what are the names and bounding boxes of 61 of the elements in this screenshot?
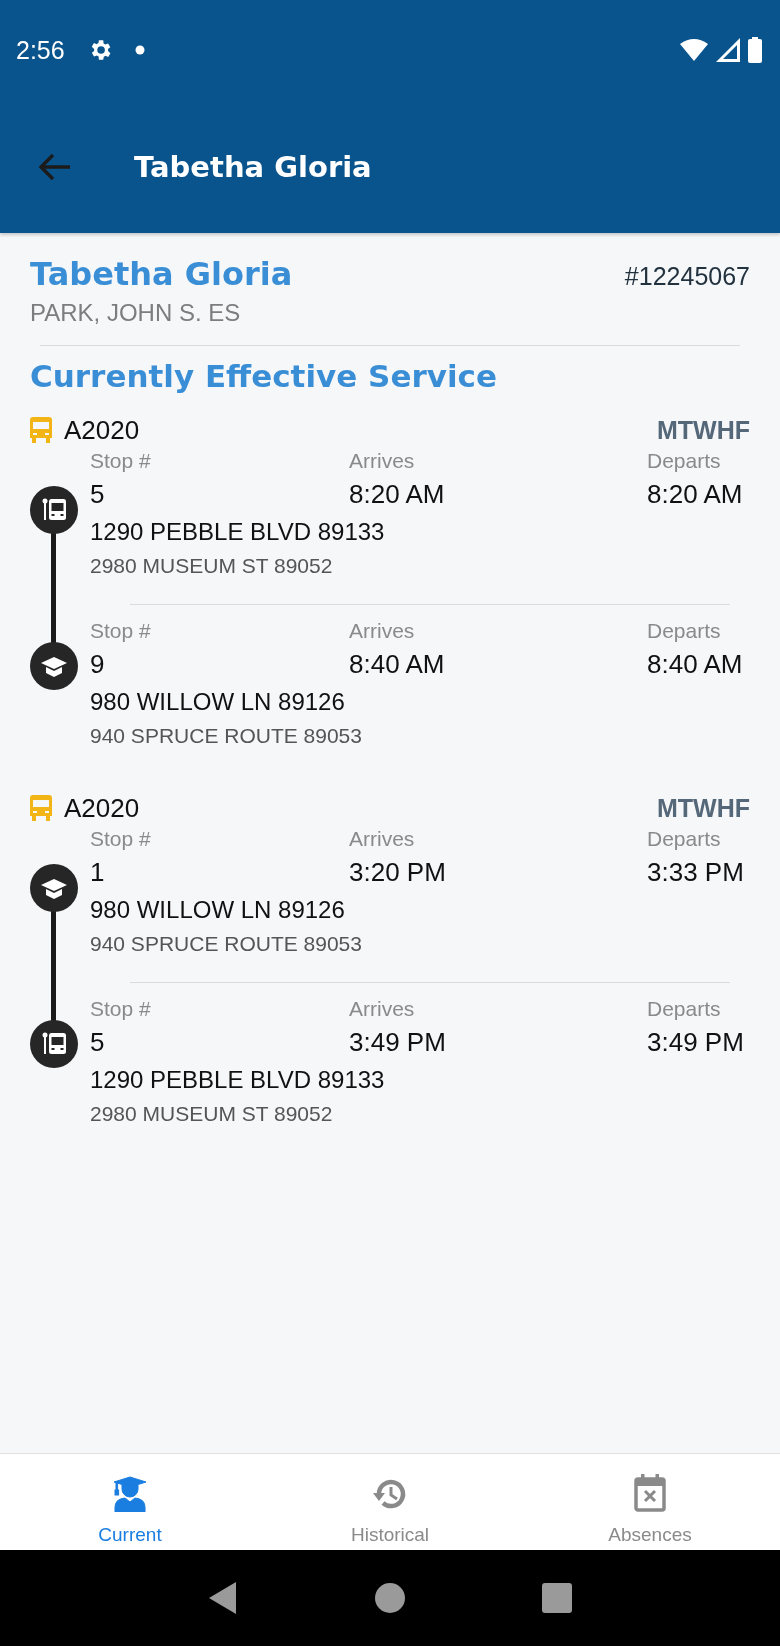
graduation-cap-icon: [30, 864, 78, 912]
stop-address: 980 WILLOW LN 89126: [90, 687, 345, 717]
stop-address: 1290 PEBBLE BLVD 89133: [90, 517, 385, 547]
stop-address: 1290 PEBBLE BLVD 89133: [90, 1065, 385, 1095]
home-circle-icon[interactable]: [375, 1583, 405, 1613]
stop-number: 1: [90, 856, 105, 889]
secondary-address: 2980 MUSEUM ST 89052: [90, 553, 333, 579]
battery-icon: [748, 37, 762, 63]
departure-time: 3:49 PM: [647, 1026, 744, 1059]
arrives-label: Arrives: [349, 826, 415, 852]
signal-icon: [716, 38, 740, 62]
secondary-address: 2980 MUSEUM ST 89052: [90, 1101, 333, 1127]
stop-number-label: Stop #: [90, 826, 151, 852]
student-name: Tabetha Gloria: [30, 255, 293, 293]
school-name: PARK, JOHN S. ES: [30, 299, 242, 327]
arrival-time: 3:20 PM: [349, 856, 446, 889]
arrival-time: 8:20 AM: [349, 478, 445, 511]
nav-tab[interactable]: Current: [0, 1454, 260, 1550]
bus-stop-icon: [30, 1020, 78, 1068]
arrival-time: 3:49 PM: [349, 1026, 446, 1059]
stop-number: 5: [90, 478, 105, 511]
departure-time: 8:20 AM: [647, 478, 743, 511]
service-days: MTWHF: [656, 793, 750, 823]
secondary-address: 940 SPRUCE ROUTE 89053: [90, 723, 362, 749]
bus-number: A2020: [64, 792, 140, 824]
section-title: Currently Effective Service: [30, 358, 498, 394]
nav-tab[interactable]: Historical: [260, 1454, 520, 1550]
bus-icon: [30, 795, 52, 821]
graduation-cap-icon: [30, 642, 78, 690]
departs-label: Departs: [647, 448, 721, 474]
screen-title: Tabetha Gloria: [134, 149, 372, 184]
departure-time: 3:33 PM: [647, 856, 744, 889]
arrives-label: Arrives: [349, 448, 415, 474]
stop-number: 5: [90, 1026, 105, 1059]
secondary-address: 940 SPRUCE ROUTE 89053: [90, 931, 362, 957]
stop-number-label: Stop #: [90, 448, 151, 474]
nav-tab[interactable]: Absences: [520, 1454, 780, 1550]
stop-number-label: Stop #: [90, 618, 151, 644]
stop-number: 9: [90, 648, 105, 681]
departs-label: Departs: [647, 996, 721, 1022]
calendar-cancel-icon: [634, 1474, 666, 1512]
overview-square-icon[interactable]: [541, 1583, 572, 1613]
arrival-time: 8:40 AM: [349, 648, 445, 681]
back-arrow-icon: [38, 151, 72, 182]
notification-dot-icon: [134, 45, 145, 55]
arrives-label: Arrives: [349, 618, 415, 644]
student-icon: [113, 1476, 147, 1512]
stop-address: 980 WILLOW LN 89126: [90, 895, 345, 925]
service-days: MTWHF: [656, 415, 750, 445]
wifi-icon: [680, 39, 708, 61]
bus-number: A2020: [64, 414, 140, 446]
arrives-label: Arrives: [349, 996, 415, 1022]
bus-stop-icon: [30, 486, 78, 534]
student-id: #12245067: [624, 262, 750, 291]
status-time: 2:56: [16, 35, 65, 65]
back-triangle-icon[interactable]: [208, 1581, 239, 1615]
stop-number-label: Stop #: [90, 996, 151, 1022]
departure-time: 8:40 AM: [647, 648, 743, 681]
departs-label: Departs: [647, 618, 721, 644]
bus-icon: [30, 417, 52, 443]
departs-label: Departs: [647, 826, 721, 852]
